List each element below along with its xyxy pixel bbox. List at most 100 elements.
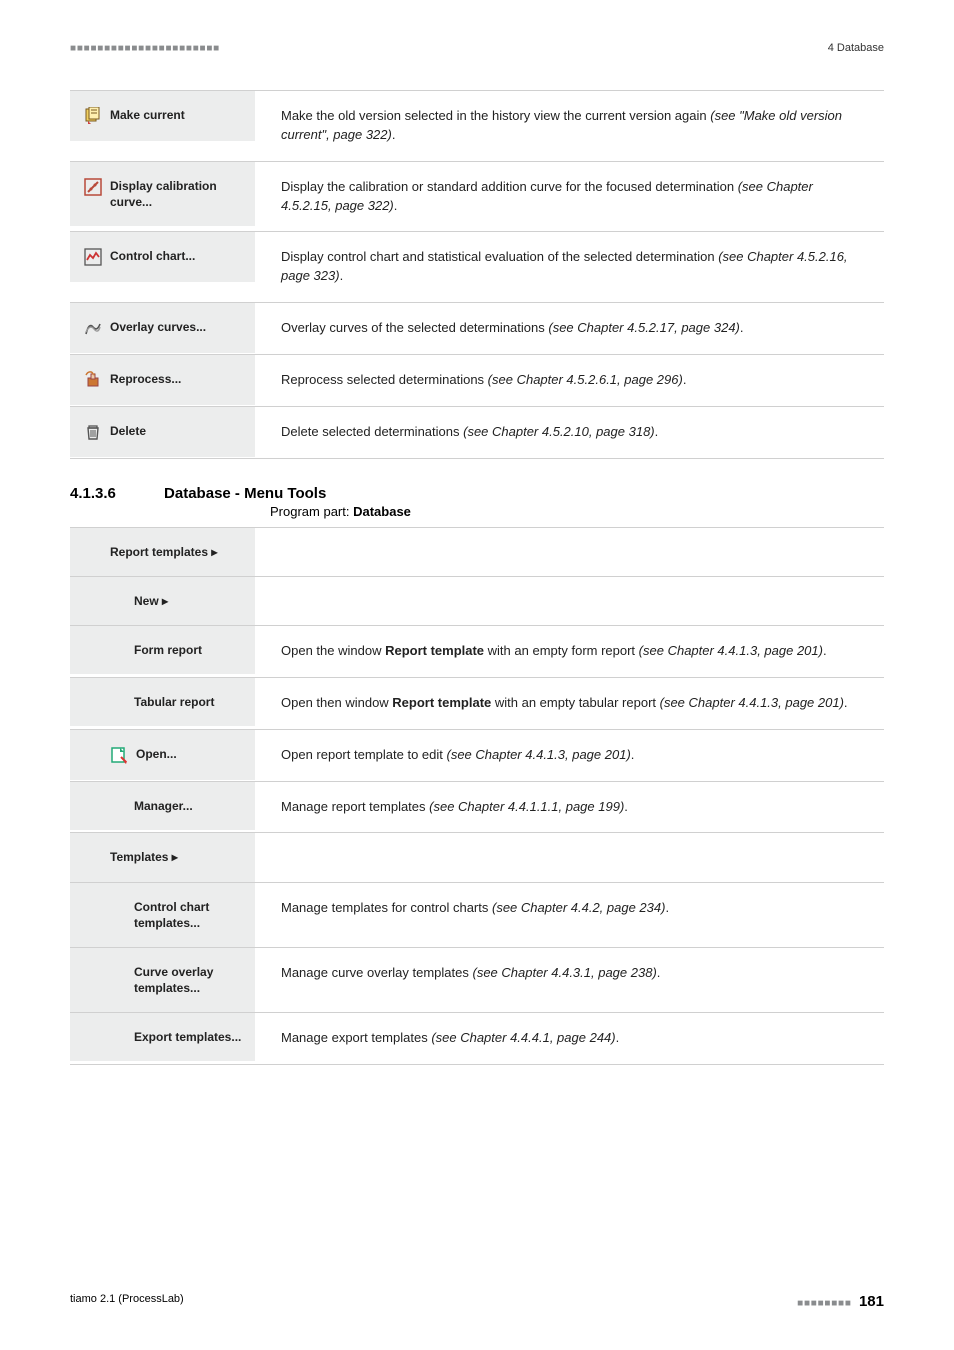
overlay-curves-icon xyxy=(84,319,102,337)
text-bold: Report template xyxy=(392,695,491,710)
text-part: . xyxy=(657,965,661,980)
row-overlay-curves: Overlay curves... Overlay curves of the … xyxy=(70,302,884,354)
program-part-prefix: Program part: xyxy=(270,504,353,519)
label-delete: Delete xyxy=(110,423,146,439)
text-part: . xyxy=(631,747,635,762)
text-part: Open then window xyxy=(281,695,392,710)
text-italic: (see Chapter 4.5.2.17, page 324) xyxy=(548,320,740,335)
text-part: . xyxy=(616,1030,620,1045)
row-tabular-report: Tabular report Open then window Report t… xyxy=(70,677,884,729)
label-control-chart: Control chart... xyxy=(110,248,195,264)
row-form-report: Form report Open the window Report templ… xyxy=(70,625,884,677)
item-open: Open... xyxy=(70,730,255,780)
label-templates: Templates ▸ xyxy=(110,849,178,865)
item-export-templates: Export tem­plates... xyxy=(70,1013,255,1061)
text-part: . xyxy=(340,268,344,283)
program-part-line: Program part: Database xyxy=(270,504,884,519)
text-italic: (see Chapter 4.5.2.6.1, page 296) xyxy=(488,372,683,387)
row-delete: Delete Delete selected determinations (s… xyxy=(70,406,884,459)
make-current-icon xyxy=(84,107,102,125)
row-control-chart: Control chart... Display control chart a… xyxy=(70,231,884,302)
text-part: Open report template to edit xyxy=(281,747,446,762)
header-dashes: ■ ■ ■ ■ ■ ■ ■ ■ ■ ■ ■ ■ ■ ■ ■ ■ ■ ■ ■ ■ … xyxy=(70,43,218,54)
function-delete: Delete xyxy=(70,407,255,457)
item-form-report: Form report xyxy=(70,626,255,674)
page-root: ■ ■ ■ ■ ■ ■ ■ ■ ■ ■ ■ ■ ■ ■ ■ ■ ■ ■ ■ ■ … xyxy=(0,0,954,1350)
desc-tabular-report: Open then window Report template with an… xyxy=(255,678,884,729)
desc-overlay-curves: Overlay curves of the selected determina… xyxy=(255,303,884,354)
row-reprocess: Reprocess... Reprocess selected determin… xyxy=(70,354,884,406)
label-curve-overlay-templates: Curve overlay templates... xyxy=(134,964,245,996)
text-part: Manage export templates xyxy=(281,1030,431,1045)
text-part: Delete selected determinations xyxy=(281,424,463,439)
control-chart-icon xyxy=(84,248,102,266)
page-footer: tiamo 2.1 (ProcessLab) ■ ■ ■ ■ ■ ■ ■ ■ 1… xyxy=(70,1293,884,1310)
label-export-templates: Export tem­plates... xyxy=(134,1029,241,1045)
label-form-report: Form report xyxy=(134,642,202,658)
row-curve-overlay-templates: Curve overlay templates... Manage curve … xyxy=(70,947,884,1012)
menu-table-1: Make current Make the old version select… xyxy=(70,90,884,459)
row-templates: Templates ▸ xyxy=(70,832,884,881)
page-number: 181 xyxy=(859,1293,884,1310)
text-italic: (see Chapter 4.4.1.3, page 201) xyxy=(446,747,630,762)
desc-export-templates: Manage export templates (see Chapter 4.4… xyxy=(255,1013,884,1064)
delete-icon xyxy=(84,423,102,441)
text-part: . xyxy=(655,424,659,439)
label-new: New ▸ xyxy=(134,593,168,609)
label-display-calibration: Display calibration curve... xyxy=(110,178,245,210)
section-number: 4.1.3.6 xyxy=(70,485,116,502)
row-display-calibration: Display calibration curve... Display the… xyxy=(70,161,884,232)
desc-manager: Manage report templates (see Chapter 4.4… xyxy=(255,782,884,833)
desc-empty xyxy=(255,833,884,865)
text-bold: Report template xyxy=(385,643,484,658)
text-part: . xyxy=(624,799,628,814)
row-open: Open... Open report template to edit (se… xyxy=(70,729,884,781)
text-part: Manage report templates xyxy=(281,799,429,814)
row-new: New ▸ xyxy=(70,576,884,625)
desc-empty xyxy=(255,577,884,609)
label-make-current: Make current xyxy=(110,107,185,123)
function-make-current: Make current xyxy=(70,91,255,141)
text-part: Reprocess selected determinations xyxy=(281,372,488,387)
group-templates: Templates ▸ xyxy=(70,833,255,881)
function-display-calibration: Display calibration curve... xyxy=(70,162,255,226)
function-overlay-curves: Overlay curves... xyxy=(70,303,255,353)
desc-reprocess: Reprocess selected determinations (see C… xyxy=(255,355,884,406)
text-part: with an empty tabular report xyxy=(491,695,659,710)
text-part: . xyxy=(823,643,827,658)
group-report-templates: Report templates ▸ xyxy=(70,528,255,576)
text-italic: (see Chapter 4.4.1.1.1, page 199) xyxy=(429,799,624,814)
desc-make-current: Make the old version selected in the his… xyxy=(255,91,884,161)
row-manager: Manager... Manage report templates (see … xyxy=(70,781,884,833)
text-italic: (see Chapter 4.4.1.3, page 201) xyxy=(660,695,844,710)
desc-display-calibration: Display the calibration or standard addi… xyxy=(255,162,884,232)
text-part: Open the window xyxy=(281,643,385,658)
text-part: Make the old version selected in the his… xyxy=(281,108,710,123)
label-tabular-report: Tabular report xyxy=(134,694,214,710)
desc-open: Open report template to edit (see Chapte… xyxy=(255,730,884,781)
open-icon xyxy=(110,746,128,764)
text-part: . xyxy=(665,900,669,915)
text-part: Manage curve overlay templates xyxy=(281,965,472,980)
group-new: New ▸ xyxy=(70,577,255,625)
footer-product: tiamo 2.1 (ProcessLab) xyxy=(70,1293,184,1310)
desc-form-report: Open the window Report template with an … xyxy=(255,626,884,677)
item-control-chart-templates: Control chart templates... xyxy=(70,883,255,947)
label-overlay-curves: Overlay curves... xyxy=(110,319,206,335)
calibration-icon xyxy=(84,178,102,196)
text-italic: (see Chapter 4.5.2.10, page 318) xyxy=(463,424,655,439)
footer-right-group: ■ ■ ■ ■ ■ ■ ■ ■ 181 xyxy=(797,1293,884,1310)
text-part: . xyxy=(683,372,687,387)
text-part: . xyxy=(844,695,848,710)
chapter-label: 4 Database xyxy=(828,42,884,54)
desc-empty xyxy=(255,528,884,560)
row-control-chart-templates: Control chart templates... Manage templa… xyxy=(70,882,884,947)
text-italic: (see Chapter 4.4.1.3, page 201) xyxy=(639,643,823,658)
footer-dashes: ■ ■ ■ ■ ■ ■ ■ ■ xyxy=(797,1298,850,1309)
row-report-templates: Report templates ▸ xyxy=(70,527,884,576)
text-italic: (see Chapter 4.4.3.1, page 238) xyxy=(472,965,656,980)
item-curve-overlay-templates: Curve overlay templates... xyxy=(70,948,255,1012)
section-title: Database - Menu Tools xyxy=(164,485,326,502)
label-manager: Manager... xyxy=(134,798,193,814)
text-part: with an empty form report xyxy=(484,643,639,658)
